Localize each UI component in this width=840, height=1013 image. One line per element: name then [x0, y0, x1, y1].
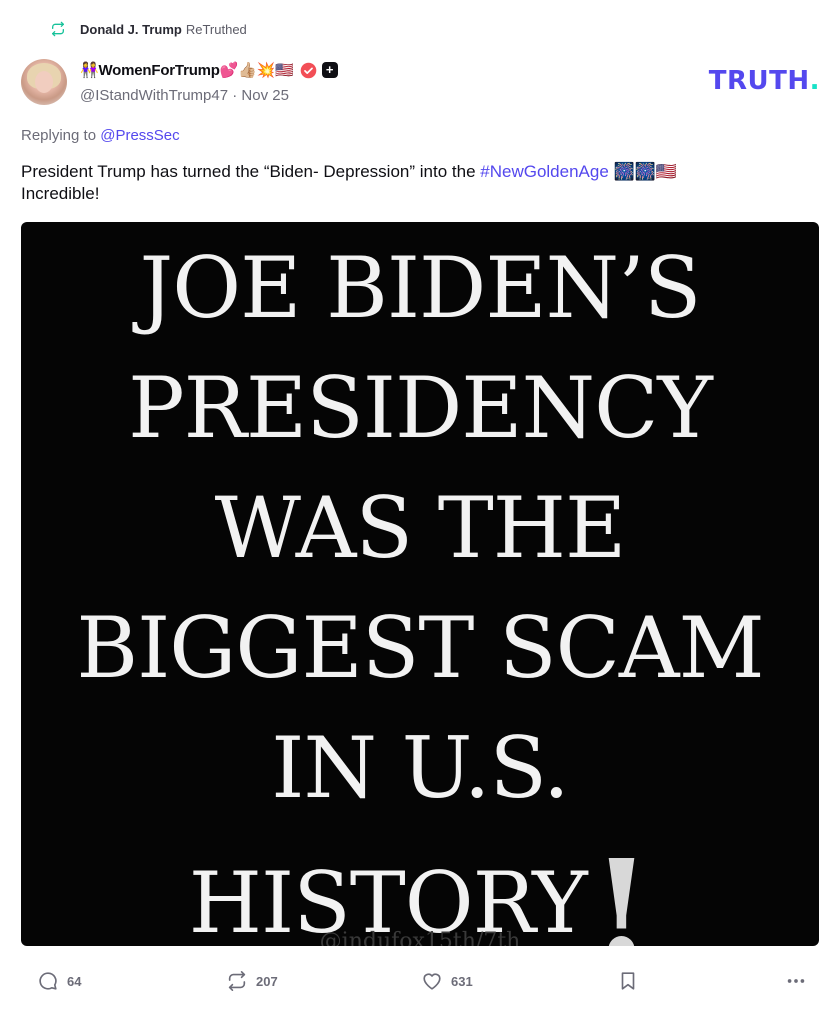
image-text-line: WAS THE: [214, 479, 627, 577]
reply-button[interactable]: 64: [37, 966, 81, 996]
post-text: President Trump has turned the “Biden- D…: [21, 162, 476, 181]
replying-label: Replying to: [21, 127, 97, 144]
post-header: 👭WomenForTrump💕👍🏼💥🇺🇸 + @IStandWithTrump4…: [80, 60, 338, 104]
plus-badge-icon: +: [321, 62, 338, 78]
retruth-user-link[interactable]: Donald J. Trump: [80, 22, 182, 37]
verified-badge-icon: [300, 62, 316, 78]
retruth-icon: [228, 971, 246, 991]
more-options-button[interactable]: [785, 966, 807, 996]
reply-icon: [39, 972, 57, 990]
action-bar: 64 207 631: [21, 966, 819, 996]
replying-mention-link[interactable]: @PressSec: [100, 127, 179, 144]
post-emojis: 🎆🎆🇺🇸: [613, 162, 678, 181]
hashtag-link[interactable]: #NewGoldenAge: [480, 162, 609, 181]
more-icon: [787, 979, 805, 983]
retruth-button[interactable]: 207: [226, 966, 278, 996]
post-text-line2: Incredible!: [21, 184, 100, 203]
bookmark-button[interactable]: [617, 966, 647, 996]
image-watermark: @indufox15th/7th: [319, 929, 521, 946]
retruth-icon: [52, 21, 64, 37]
bookmark-icon: [621, 972, 635, 990]
image-text-line: IN U.S.: [271, 719, 569, 817]
reply-count: 64: [67, 973, 82, 989]
avatar[interactable]: [21, 59, 67, 105]
heart-icon: [423, 973, 441, 990]
handle-and-date: @IStandWithTrump47 · Nov 25: [80, 87, 289, 104]
image-text-line: JOE BIDEN’S: [139, 239, 702, 337]
image-text-line: PRESIDENCY: [128, 359, 713, 457]
image-text-line: BIGGEST SCAM: [76, 599, 764, 697]
display-name[interactable]: 👭WomenForTrump💕👍🏼💥🇺🇸: [80, 61, 294, 79]
replying-to: Replying to @PressSec: [21, 127, 180, 144]
truth-logo[interactable]: TRUTH.: [709, 66, 820, 96]
retruth-label: ReTruthed: [185, 21, 247, 37]
post-image[interactable]: JOE BIDEN’S PRESIDENCY WAS THE BIGGEST S…: [21, 222, 819, 946]
like-button[interactable]: 631: [421, 966, 473, 996]
retruth-indicator: Donald J. Trump ReTruthed: [50, 18, 247, 40]
post-body: President Trump has turned the “Biden- D…: [21, 161, 811, 205]
retruth-count: 207: [256, 973, 278, 989]
like-count: 631: [451, 973, 473, 989]
